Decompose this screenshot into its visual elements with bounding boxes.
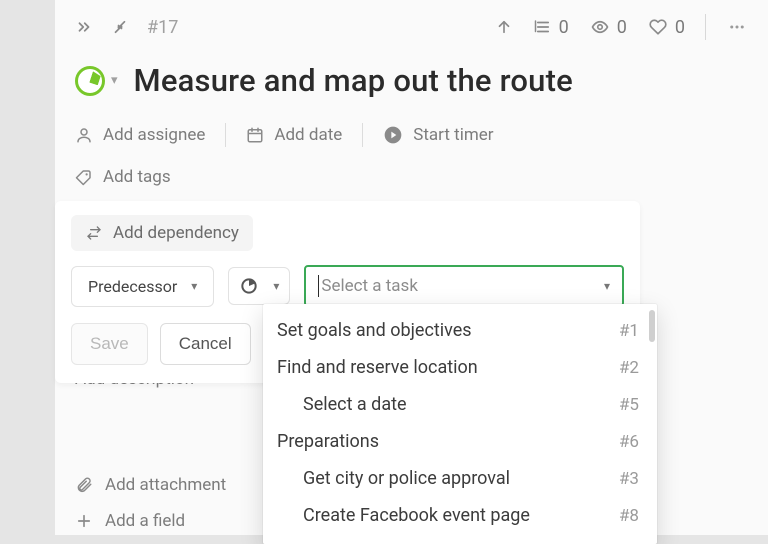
add-date-label: Add date [274, 125, 342, 145]
task-option-label: Get city or police approval [277, 468, 510, 489]
topbar-right: 0 0 0 [495, 14, 748, 40]
chevron-down-icon: ▾ [111, 73, 118, 88]
task-option-number: #1 [619, 321, 639, 341]
chevron-down-icon: ▾ [191, 279, 197, 293]
swap-icon [85, 225, 103, 241]
save-button[interactable]: Save [71, 323, 148, 365]
cancel-button[interactable]: Cancel [160, 323, 251, 365]
watchers-counter[interactable]: 0 [589, 17, 627, 38]
meta-row: Add assignee Add date Start timer [55, 105, 768, 153]
dependency-type-label: Predecessor [88, 277, 177, 296]
more-icon[interactable] [726, 18, 748, 36]
collapse-icon[interactable] [75, 18, 93, 36]
likes-count: 0 [675, 17, 685, 38]
start-timer-button[interactable]: Start timer [383, 125, 493, 145]
subtasks-counter[interactable]: 0 [533, 17, 569, 38]
task-option-number: #6 [619, 432, 639, 452]
add-field-label: Add a field [105, 511, 185, 531]
task-option-number: #8 [619, 506, 639, 526]
dependency-type-select[interactable]: Predecessor ▾ [71, 266, 214, 307]
task-number[interactable]: #17 [147, 17, 178, 38]
task-title[interactable]: Measure and map out the route [134, 62, 573, 99]
dependency-status-select[interactable]: ▾ [228, 267, 290, 305]
add-tags-button[interactable]: Add tags [75, 167, 171, 187]
paperclip-icon [75, 476, 93, 494]
add-assignee-button[interactable]: Add assignee [75, 125, 205, 145]
title-row: ▾ Measure and map out the route [55, 50, 768, 105]
scrollbar-thumb[interactable] [649, 310, 655, 342]
divider [225, 123, 226, 147]
dependency-task-select[interactable]: Select a task ▾ [304, 265, 624, 307]
task-select-placeholder: Select a task [321, 276, 418, 296]
task-option[interactable]: Find and reserve location #2 [263, 349, 657, 386]
task-option-number: #2 [619, 358, 639, 378]
dependency-controls: Predecessor ▾ ▾ Select a task ▾ [71, 265, 624, 307]
tags-row: Add tags [55, 153, 768, 193]
task-option-number: #3 [619, 469, 639, 489]
task-option[interactable]: Preparations #6 [263, 423, 657, 460]
add-attachment-label: Add attachment [105, 475, 226, 495]
person-icon [75, 126, 93, 144]
play-icon [383, 125, 403, 145]
task-select-dropdown[interactable]: Set goals and objectives #1 Find and reser… [263, 304, 657, 544]
task-option-label: Create Facebook event page [277, 505, 530, 526]
task-option[interactable]: Create Facebook event page #8 [263, 497, 657, 534]
divider [362, 123, 363, 147]
calendar-icon [246, 126, 264, 144]
topbar: #17 0 0 0 [55, 0, 768, 50]
pie-icon [239, 276, 259, 296]
plus-icon [75, 512, 93, 530]
task-option-number: #5 [619, 395, 639, 415]
task-option[interactable]: Get city or police approval #3 [263, 460, 657, 497]
task-option-label: Preparations [277, 431, 379, 452]
task-option-label: Set goals and objectives [277, 320, 472, 341]
chevron-down-icon: ▾ [273, 279, 279, 293]
tag-icon [75, 168, 93, 186]
add-tags-label: Add tags [103, 167, 171, 187]
subtasks-count: 0 [559, 17, 569, 38]
task-option[interactable]: Select a date #5 [263, 386, 657, 423]
up-arrow-icon[interactable] [495, 18, 513, 36]
text-cursor [318, 275, 319, 297]
status-selector[interactable]: ▾ [75, 66, 118, 96]
add-dependency-label: Add dependency [113, 223, 239, 243]
status-icon [75, 66, 105, 96]
task-option-label: Find and reserve location [277, 357, 478, 378]
task-option[interactable]: Set goals and objectives #1 [263, 312, 657, 349]
topbar-left: #17 [75, 17, 178, 38]
add-assignee-label: Add assignee [103, 125, 205, 145]
add-date-button[interactable]: Add date [246, 125, 342, 145]
task-option-label: Select a date [277, 394, 407, 415]
chevron-down-icon: ▾ [604, 279, 610, 293]
likes-counter[interactable]: 0 [647, 17, 685, 38]
divider [705, 14, 706, 40]
watchers-count: 0 [617, 17, 627, 38]
hierarchy-icon[interactable] [111, 18, 129, 36]
start-timer-label: Start timer [413, 125, 493, 145]
add-dependency-header[interactable]: Add dependency [71, 215, 253, 251]
